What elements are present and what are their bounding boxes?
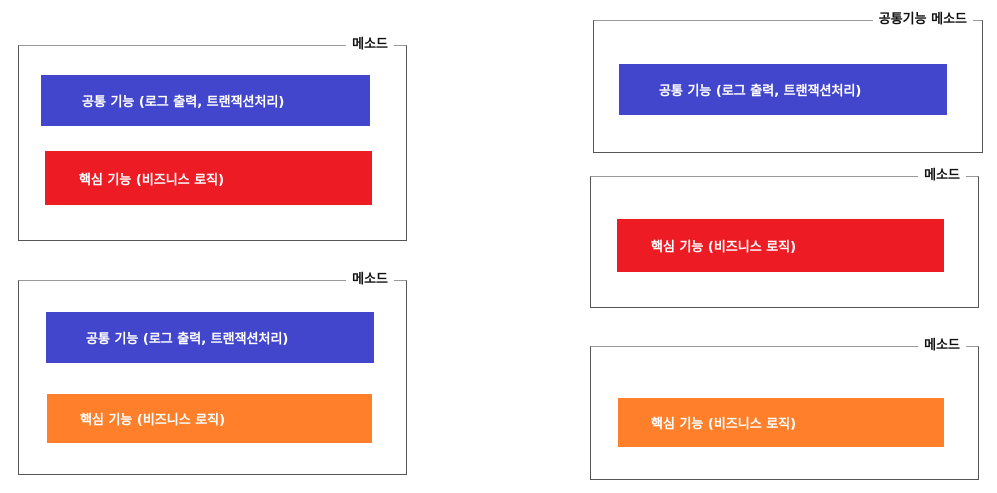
common-method-label: 공통기능 메소드: [872, 12, 973, 28]
common-function-block: 공통 기능 (로그 출력, 트랜잭션처리): [41, 75, 370, 126]
core-function-block: 핵심 기능 (비즈니스 로직): [47, 394, 372, 443]
method-box-left-bottom: 메소드: [18, 272, 407, 475]
common-function-block: 공통 기능 (로그 출력, 트랜잭션처리): [46, 312, 374, 363]
core-function-block: 핵심 기능 (비즈니스 로직): [617, 219, 944, 272]
core-function-block: 핵심 기능 (비즈니스 로직): [618, 398, 944, 447]
method-label: 메소드: [918, 338, 966, 354]
method-label: 메소드: [346, 272, 394, 288]
method-label: 메소드: [918, 168, 966, 184]
core-function-block: 핵심 기능 (비즈니스 로직): [45, 151, 372, 205]
common-function-block: 공통 기능 (로그 출력, 트랜잭션처리): [619, 64, 947, 115]
method-label: 메소드: [346, 37, 394, 53]
